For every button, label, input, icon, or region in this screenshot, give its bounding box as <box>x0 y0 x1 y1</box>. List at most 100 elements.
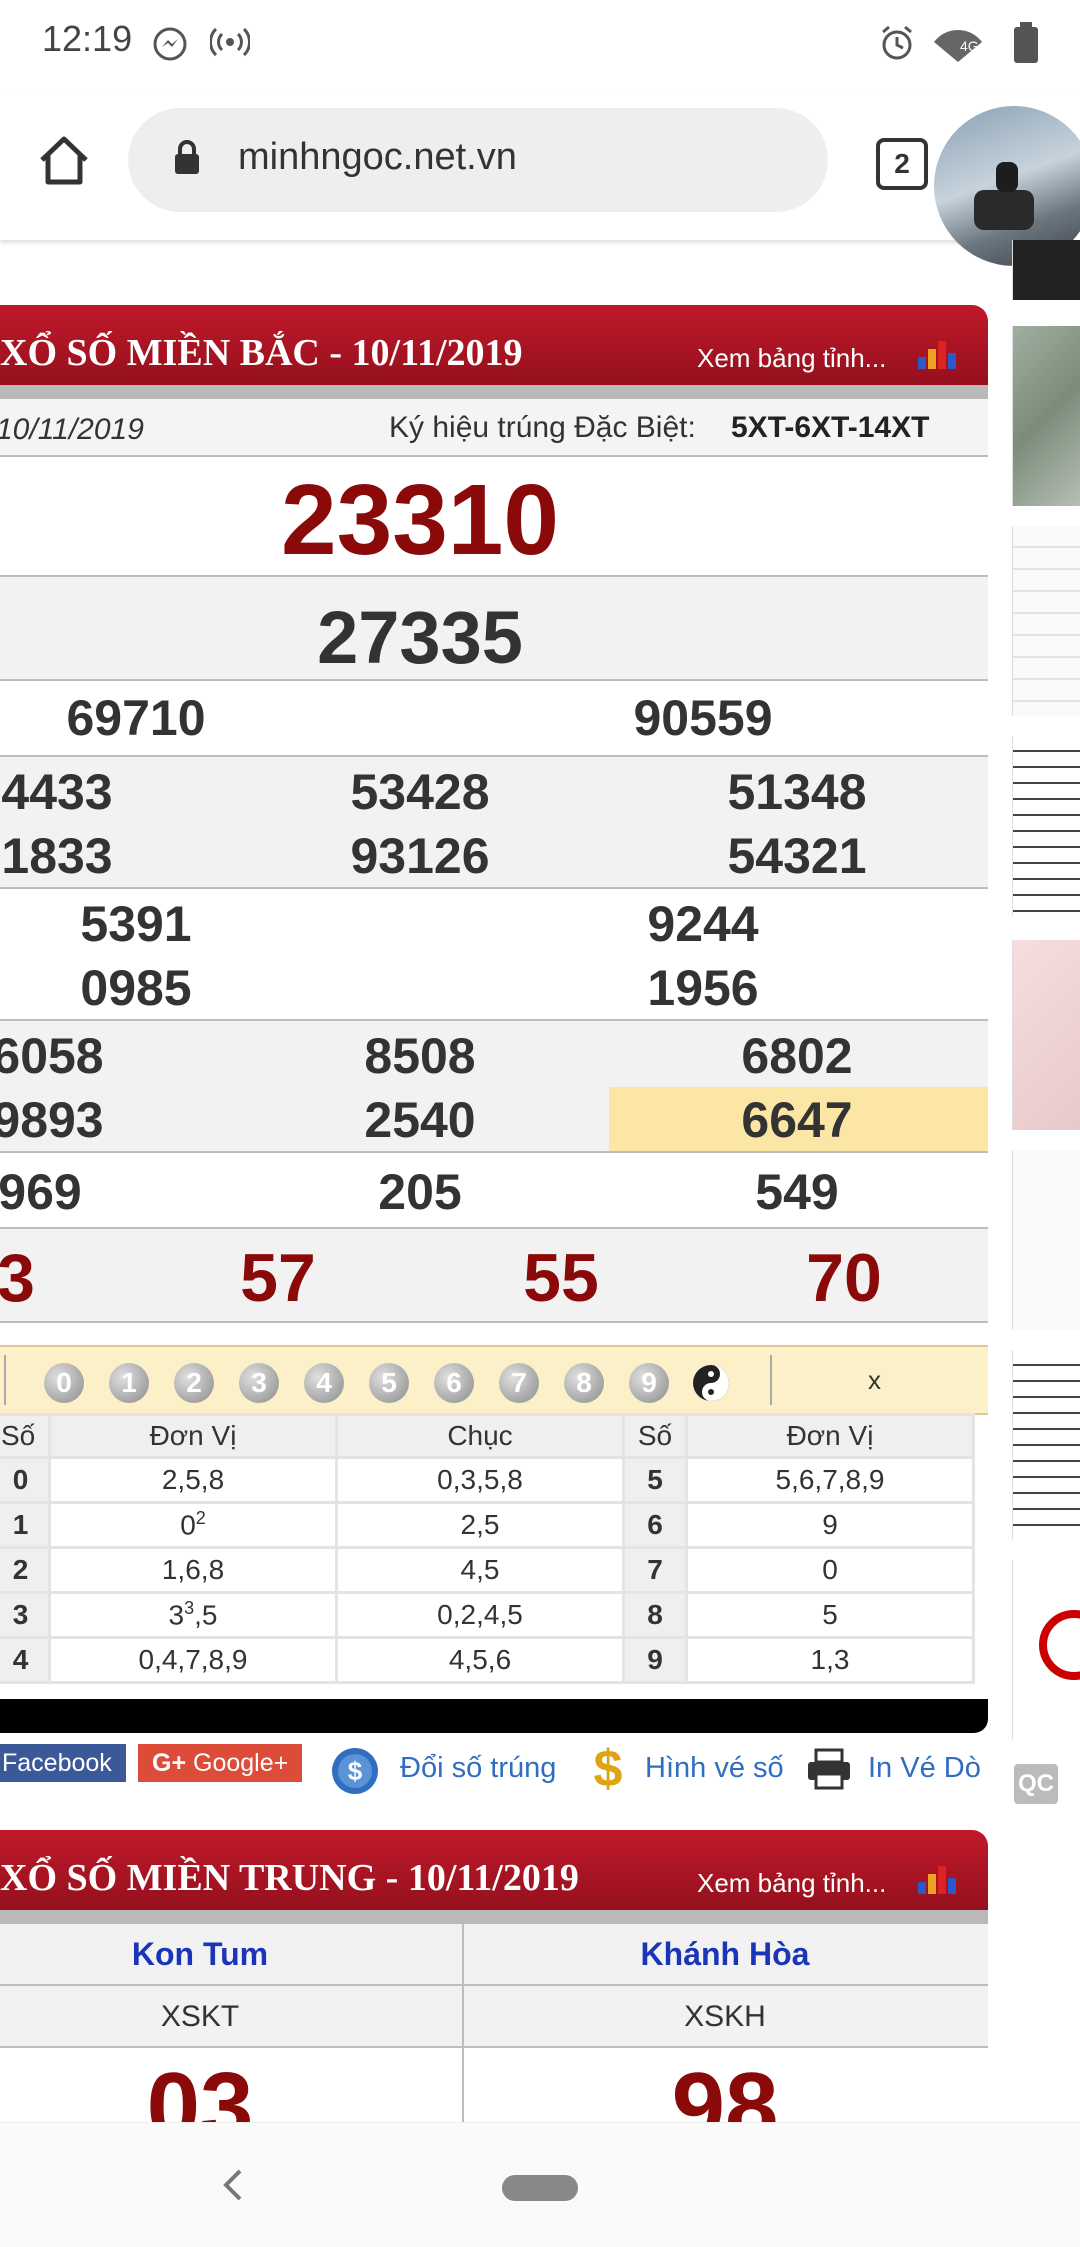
status-bar: 12:19 4G <box>0 0 1080 90</box>
loto-header: Chục <box>335 1413 625 1459</box>
digit-ball[interactable]: 3 <box>239 1363 279 1403</box>
prize-number: 54321 <box>727 828 867 884</box>
province-khanh-hoa[interactable]: Khánh Hòa <box>641 1936 810 1973</box>
side-thumbnail[interactable] <box>1012 1560 1080 1740</box>
url-text: minhngoc.net.vn <box>238 136 517 178</box>
home-icon[interactable] <box>36 132 92 188</box>
prize-number: 549 <box>755 1164 839 1220</box>
home-pill[interactable] <box>502 2175 578 2201</box>
first-prize-row: 27335 <box>0 577 988 681</box>
doi-so-link[interactable]: Đổi số trúng <box>400 1752 556 1785</box>
tab-switcher-button[interactable]: 2 <box>876 138 928 190</box>
digit-ball[interactable]: 0 <box>44 1363 84 1403</box>
clock: 12:19 <box>42 18 133 59</box>
prize-number: 70 <box>806 1240 882 1316</box>
prize-number: 03 <box>146 2053 254 2122</box>
table-row: 3 33,5 0,2,4,5 8 5 <box>0 1591 975 1639</box>
digit-ball[interactable]: 4 <box>304 1363 344 1403</box>
alarm-icon <box>882 25 912 60</box>
north-table-link[interactable]: Xem bảng tỉnh... <box>697 343 886 374</box>
table-row: 0 2,5,8 0,3,5,8 5 5,6,7,8,9 <box>0 1456 975 1504</box>
side-thumbnail[interactable] <box>1012 940 1080 1130</box>
hinh-ve-link[interactable]: Hình vé số <box>645 1752 784 1785</box>
province-kon-tum[interactable]: Kon Tum <box>132 1936 268 1973</box>
printer-icon[interactable] <box>806 1748 852 1790</box>
north-title: XỔ SỐ MIỀN BẮC - 10/11/2019 <box>0 332 523 374</box>
chart-icon[interactable] <box>916 1860 958 1896</box>
prize-number: 9244 <box>647 896 759 952</box>
dollar-circle-icon[interactable]: $ <box>330 1746 380 1796</box>
table-row: 2 1,6,8 4,5 7 0 <box>0 1546 975 1594</box>
prize-number: 205 <box>378 1164 462 1220</box>
hotspot-icon <box>210 27 250 57</box>
third-prize-row: 4433 53428 51348 1833 93126 54321 <box>0 757 988 889</box>
special-code-label: Ký hiệu trúng Đặc Biệt: <box>389 411 696 444</box>
digit-ball[interactable]: 7 <box>499 1363 539 1403</box>
fourth-prize-row: 5391 9244 0985 1956 <box>0 889 988 1021</box>
network-type: 4G <box>960 38 979 54</box>
lock-icon <box>175 140 199 174</box>
system-nav-bar <box>0 2122 1080 2247</box>
special-prize: 23310 <box>280 464 560 576</box>
digit-filter-bar: 0 1 2 3 4 5 6 7 8 9 x <box>0 1345 988 1415</box>
north-info-row: 10/11/2019 Ký hiệu trúng Đặc Biệt: 5XT-6… <box>0 399 988 457</box>
messenger-icon <box>153 27 187 61</box>
sixth-prize-row: 969 205 549 <box>0 1153 988 1229</box>
prize-number: 9893 <box>0 1092 104 1148</box>
back-icon[interactable] <box>218 2167 248 2203</box>
first-prize: 27335 <box>317 596 523 679</box>
digit-ball[interactable]: 1 <box>109 1363 149 1403</box>
prize-number: 1956 <box>647 960 759 1016</box>
prize-number: 90559 <box>633 690 773 746</box>
loto-header: Đơn Vị <box>685 1413 975 1459</box>
prize-number: 1833 <box>1 828 113 884</box>
province-code: XSKT <box>160 2000 240 2033</box>
in-ve-link[interactable]: In Vé Dò <box>868 1752 981 1785</box>
digit-ball[interactable]: 9 <box>629 1363 669 1403</box>
prize-number: 4433 <box>1 764 113 820</box>
seventh-prize-row: 3 57 55 70 <box>0 1229 988 1323</box>
north-date: 10/11/2019 <box>0 413 144 446</box>
prize-number: 2540 <box>364 1092 476 1148</box>
digit-ball[interactable]: 6 <box>434 1363 474 1403</box>
side-thumbnail[interactable] <box>1012 736 1080 916</box>
prize-number: 0985 <box>80 960 192 1016</box>
side-thumbnail[interactable] <box>1012 1150 1080 1330</box>
digit-ball[interactable]: 8 <box>564 1363 604 1403</box>
prize-number: 6802 <box>741 1028 853 1084</box>
loto-header: Số <box>622 1413 688 1459</box>
prize-number: 55 <box>523 1240 599 1316</box>
table-row: 4 0,4,7,8,9 4,5,6 9 1,3 <box>0 1636 975 1684</box>
special-code: 5XT-6XT-14XT <box>731 411 930 444</box>
chart-icon[interactable] <box>916 335 958 371</box>
side-thumbnail[interactable] <box>1012 326 1080 506</box>
prize-number: 53428 <box>350 764 490 820</box>
digit-ball[interactable]: 2 <box>174 1363 214 1403</box>
prize-number: 6058 <box>0 1028 104 1084</box>
north-header: XỔ SỐ MIỀN BẮC - 10/11/2019 Xem bảng tỉn… <box>0 305 988 397</box>
prize-number-highlighted: 6647 <box>741 1092 853 1148</box>
central-table-link[interactable]: Xem bảng tỉnh... <box>697 1868 886 1899</box>
prize-number: 69710 <box>66 690 206 746</box>
close-filter-button[interactable]: x <box>868 1365 881 1396</box>
dollar-sign-icon[interactable]: $ <box>590 1740 626 1796</box>
google-share-button[interactable]: G+ Google+ <box>138 1744 303 1782</box>
browser-toolbar: minhngoc.net.vn 2 <box>0 90 1080 266</box>
loto-header: Số <box>0 1413 51 1459</box>
side-thumbnail[interactable] <box>1012 526 1080 716</box>
yin-yang-icon[interactable] <box>691 1363 731 1403</box>
prize-number: 93126 <box>350 828 490 884</box>
side-thumbnail[interactable] <box>1012 240 1080 300</box>
central-result-card: XỔ SỐ MIỀN TRUNG - 10/11/2019 Xem bảng t… <box>0 1830 988 2130</box>
side-thumbnail[interactable] <box>1012 1350 1080 1540</box>
north-result-card: XỔ SỐ MIỀN BẮC - 10/11/2019 Xem bảng tỉn… <box>0 305 988 1733</box>
facebook-share-button[interactable]: Facebook <box>0 1744 126 1782</box>
loto-table: Số Đơn Vị Chục Số Đơn Vị 0 2,5,8 0,3,5,8… <box>0 1413 975 1684</box>
central-header: XỔ SỐ MIỀN TRUNG - 10/11/2019 Xem bảng t… <box>0 1830 988 1922</box>
prize-number: 57 <box>240 1240 316 1316</box>
ad-badge: QC <box>1014 1764 1058 1804</box>
address-bar[interactable]: minhngoc.net.vn <box>128 108 828 212</box>
battery-icon <box>1014 22 1038 63</box>
province-code: XSKH <box>684 2000 766 2033</box>
digit-ball[interactable]: 5 <box>369 1363 409 1403</box>
